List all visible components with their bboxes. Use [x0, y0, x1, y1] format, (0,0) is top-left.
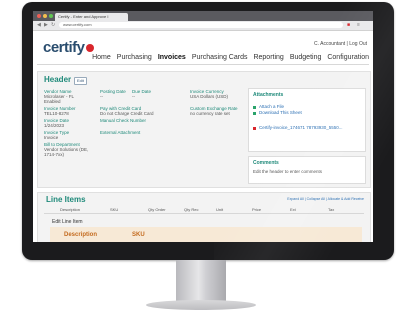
posting-date-label: Posting Date: [100, 89, 126, 94]
browser-tab[interactable]: Certify - Enter and Approve I: [55, 13, 128, 21]
download-sheet-link[interactable]: Download This Sheet: [259, 110, 302, 115]
attachment-file-link[interactable]: Certify-invoice_174671 78793930_5550...: [259, 125, 363, 130]
invoice-number-value: TEL10-8278: [44, 111, 69, 116]
browser-tab-bar: Certify - Enter and Approve I: [33, 11, 373, 21]
reload-icon[interactable]: ↻: [51, 22, 55, 29]
maximize-window-icon[interactable]: [49, 14, 53, 18]
comments-box: Comments Edit the header to enter commen…: [248, 156, 366, 184]
vendor-status: Enabled: [44, 99, 61, 104]
monitor-stand: [176, 260, 226, 304]
attach-file-icon: [253, 106, 256, 109]
col-description[interactable]: Description: [60, 207, 80, 212]
user-menu[interactable]: C. Accountant | Log Out: [314, 41, 367, 47]
header-panel: Header Edit Vendor Name Microlaser - FL …: [37, 71, 371, 188]
line-items-panel: Line Items Expand All | Collapse All | A…: [37, 192, 371, 242]
attachments-title: Attachments: [253, 92, 284, 98]
address-bar: ◀ ▶ ↻ www.certify.com ■ ≡: [33, 21, 373, 31]
external-attachment-label: External Attachment: [100, 130, 141, 135]
comments-placeholder: Edit the header to enter comments: [253, 169, 323, 174]
certify-logo[interactable]: certify: [43, 39, 85, 56]
col-price[interactable]: Price: [252, 207, 261, 212]
col-qty-rec[interactable]: Qty Rec: [184, 207, 198, 212]
manual-check-label: Manual Check Number: [100, 118, 147, 123]
line-items-actions[interactable]: Expand All | Collapse All | Allocate & A…: [287, 197, 364, 201]
edit-description-label: Description: [64, 232, 98, 238]
col-tax[interactable]: Tax: [328, 207, 334, 212]
invoice-currency-value: USA Dollars (USD): [190, 94, 229, 99]
back-icon[interactable]: ◀: [37, 22, 41, 29]
attach-file-link[interactable]: Attach a File: [259, 104, 284, 109]
monitor-base: [146, 300, 256, 310]
col-ext[interactable]: Ext: [290, 207, 296, 212]
pay-with-card-value: Do not Charge Credit Card: [100, 111, 154, 116]
forward-icon[interactable]: ▶: [44, 22, 48, 29]
bill-to-value: Vendor Solutions (DE, 1714-7xx): [44, 147, 89, 157]
invoice-type-value: Invoice: [44, 135, 59, 140]
menu-icon[interactable]: ≡: [357, 22, 360, 29]
nav-configuration[interactable]: Configuration: [327, 54, 369, 61]
edit-line-item-row[interactable]: Edit Line Item: [52, 219, 83, 225]
posting-date-value: --: [100, 94, 103, 99]
line-items-title: Line Items: [46, 195, 86, 204]
nav-purchasing[interactable]: Purchasing: [117, 54, 152, 61]
extension-icon[interactable]: ■: [347, 22, 350, 29]
pdf-file-icon: [253, 127, 256, 130]
nav-reporting[interactable]: Reporting: [253, 54, 283, 61]
nav-invoices[interactable]: Invoices: [158, 54, 186, 61]
invoice-date-value: 1/24/2023: [44, 123, 65, 128]
nav-divider: [37, 64, 369, 65]
comments-title: Comments: [253, 160, 279, 166]
screen: Certify - Enter and Approve I ◀ ▶ ↻ www.…: [33, 11, 373, 242]
col-unit[interactable]: Unit: [216, 207, 223, 212]
close-window-icon[interactable]: [37, 14, 41, 18]
main-nav: Home Purchasing Invoices Purchasing Card…: [92, 54, 369, 61]
col-sku[interactable]: SKU: [110, 207, 118, 212]
logo-mark-icon: [86, 44, 94, 52]
nav-purchasing-cards[interactable]: Purchasing Cards: [192, 54, 248, 61]
edit-header-button[interactable]: Edit: [74, 77, 87, 85]
url-field[interactable]: www.certify.com: [59, 22, 343, 28]
minimize-window-icon[interactable]: [43, 14, 47, 18]
download-icon: [253, 112, 256, 115]
edit-sku-label: SKU: [132, 232, 145, 238]
edit-line-item-panel: Description SKU: [50, 227, 362, 242]
custom-exchange-value: no currency rate set: [190, 111, 230, 116]
attachments-box: Attachments Attach a File Download This …: [248, 88, 366, 152]
nav-budgeting[interactable]: Budgeting: [290, 54, 322, 61]
header-title: Header: [44, 75, 72, 84]
nav-home[interactable]: Home: [92, 54, 111, 61]
due-date-value: --: [132, 94, 135, 99]
line-items-divider: [44, 213, 364, 214]
col-qty-order[interactable]: Qty Order: [148, 207, 166, 212]
